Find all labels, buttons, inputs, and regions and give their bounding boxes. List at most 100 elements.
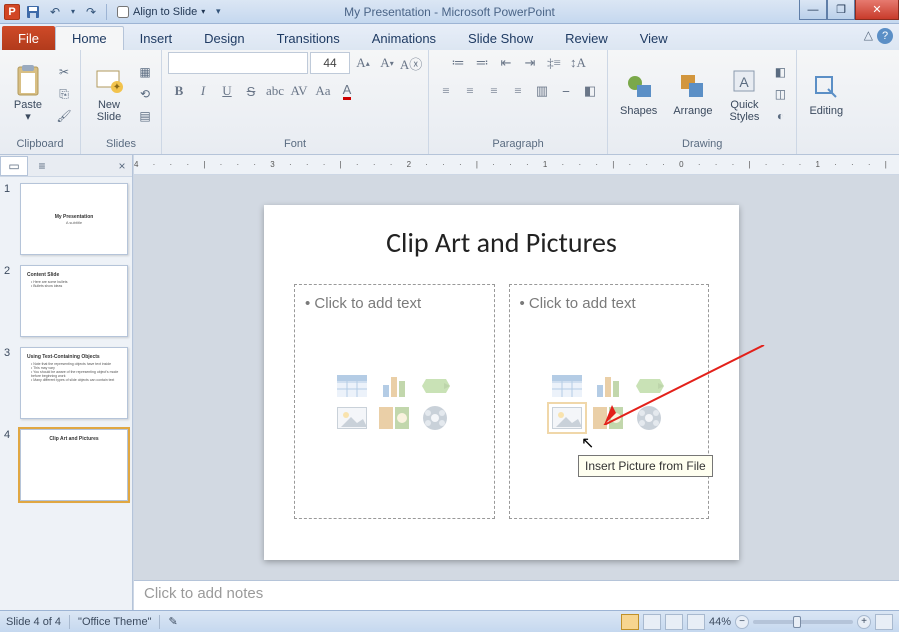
smartart-convert-icon[interactable]: ◧ [579, 80, 601, 102]
justify-icon[interactable]: ≡ [507, 80, 529, 102]
slide-canvas[interactable]: Clip Art and Pictures • Click to add tex… [134, 175, 899, 580]
new-slide-button[interactable]: ✦ New Slide [87, 63, 131, 125]
quick-styles-button[interactable]: A Quick Styles [722, 63, 766, 125]
thumb-row[interactable]: 3 Using Text-Containing Objects • Note t… [4, 347, 128, 419]
increase-indent-icon[interactable]: ⇥ [519, 52, 541, 74]
content-placeholder-right[interactable]: • Click to add text [509, 284, 710, 519]
sorter-view-icon[interactable] [643, 614, 661, 630]
thumb-row[interactable]: 1 My Presentation A subtitle [4, 183, 128, 255]
tab-transitions[interactable]: Transitions [261, 27, 356, 50]
insert-table-icon[interactable] [549, 372, 585, 400]
tab-review[interactable]: Review [549, 27, 624, 50]
minimize-button[interactable]: — [799, 0, 827, 20]
help-icon[interactable]: ? [877, 28, 893, 44]
tab-insert[interactable]: Insert [124, 27, 189, 50]
insert-clipart-icon[interactable] [590, 404, 626, 432]
tab-design[interactable]: Design [188, 27, 260, 50]
align-right-icon[interactable]: ≡ [483, 80, 505, 102]
insert-clipart-icon[interactable] [376, 404, 412, 432]
slide-title[interactable]: Clip Art and Pictures [294, 225, 709, 260]
slide[interactable]: Clip Art and Pictures • Click to add tex… [264, 205, 739, 560]
arrange-button[interactable]: Arrange [667, 69, 718, 119]
reading-view-icon[interactable] [665, 614, 683, 630]
save-icon[interactable] [24, 3, 42, 21]
font-size-combo[interactable] [310, 52, 350, 74]
char-spacing-icon[interactable]: AV [288, 80, 310, 102]
text-direction-icon[interactable]: ↕A [567, 52, 589, 74]
decrease-font-icon[interactable]: A▾ [376, 52, 398, 74]
insert-table-icon[interactable] [334, 372, 370, 400]
change-case-icon[interactable]: Aa [312, 80, 334, 102]
thumb-row[interactable]: 4 Clip Art and Pictures [4, 429, 128, 501]
zoom-out-icon[interactable]: − [735, 615, 749, 629]
shadow-icon[interactable]: abc [264, 80, 286, 102]
content-placeholder-left[interactable]: • Click to add text [294, 284, 495, 519]
line-spacing-icon[interactable]: ‡≡ [543, 52, 565, 74]
insert-chart-icon[interactable] [376, 372, 412, 400]
cut-icon[interactable]: ✂ [54, 62, 74, 82]
insert-media-icon[interactable] [417, 404, 453, 432]
undo-icon[interactable]: ↶ [46, 3, 64, 21]
copy-icon[interactable]: ⎘ [54, 84, 74, 104]
layout-icon[interactable]: ▦ [135, 62, 155, 82]
align-text-icon[interactable]: ⎯ [555, 80, 577, 102]
thumb-row[interactable]: 2 Content Slide • Here are some bullets … [4, 265, 128, 337]
fit-to-window-icon[interactable] [875, 614, 893, 630]
thumb-slide-2[interactable]: Content Slide • Here are some bullets • … [20, 265, 128, 337]
spellcheck-icon[interactable]: ✎ [168, 615, 177, 628]
maximize-button[interactable]: ❐ [827, 0, 855, 20]
insert-chart-icon[interactable] [590, 372, 626, 400]
tab-view[interactable]: View [624, 27, 684, 50]
notes-pane[interactable]: Click to add notes [134, 580, 899, 610]
tab-animations[interactable]: Animations [356, 27, 452, 50]
font-color-icon[interactable]: A [336, 80, 358, 102]
undo-dropdown-icon[interactable]: ▾ [68, 3, 78, 21]
zoom-slider[interactable] [753, 620, 853, 624]
font-family-combo[interactable] [168, 52, 308, 74]
paste-button[interactable]: Paste▾ [6, 63, 50, 125]
insert-picture-icon[interactable] [334, 404, 370, 432]
italic-icon[interactable]: I [192, 80, 214, 102]
zoom-in-icon[interactable]: + [857, 615, 871, 629]
close-panel-icon[interactable]: × [112, 159, 132, 173]
numbering-icon[interactable]: ≕ [471, 52, 493, 74]
section-icon[interactable]: ▤ [135, 106, 155, 126]
align-checkbox-input[interactable] [117, 6, 129, 18]
reset-icon[interactable]: ⟲ [135, 84, 155, 104]
zoom-percent[interactable]: 44% [709, 616, 731, 628]
align-center-icon[interactable]: ≡ [459, 80, 481, 102]
shape-effects-icon[interactable]: ◐ [770, 106, 790, 126]
insert-smartart-icon[interactable] [631, 372, 667, 400]
shape-fill-icon[interactable]: ◧ [770, 62, 790, 82]
columns-icon[interactable]: ▥ [531, 80, 553, 102]
slideshow-view-icon[interactable] [687, 614, 705, 630]
close-button[interactable]: ✕ [855, 0, 899, 20]
editing-button[interactable]: Editing [803, 69, 849, 119]
increase-font-icon[interactable]: A▴ [352, 52, 374, 74]
align-left-icon[interactable]: ≡ [435, 80, 457, 102]
insert-picture-icon[interactable] [549, 404, 585, 432]
redo-icon[interactable]: ↷ [82, 3, 100, 21]
align-to-slide-checkbox[interactable]: Align to Slide ▾ [117, 6, 205, 18]
slides-tab-icon[interactable]: ▭ [0, 156, 28, 176]
file-tab[interactable]: File [2, 26, 55, 50]
format-painter-icon[interactable]: 🖌 [54, 106, 74, 126]
decrease-indent-icon[interactable]: ⇤ [495, 52, 517, 74]
normal-view-icon[interactable] [621, 614, 639, 630]
bold-icon[interactable]: B [168, 80, 190, 102]
thumb-slide-1[interactable]: My Presentation A subtitle [20, 183, 128, 255]
qat-customize-icon[interactable]: ▾ [209, 3, 227, 21]
bullets-icon[interactable]: ≔ [447, 52, 469, 74]
thumb-slide-3[interactable]: Using Text-Containing Objects • Note tha… [20, 347, 128, 419]
tab-slideshow[interactable]: Slide Show [452, 27, 549, 50]
tab-home[interactable]: Home [55, 26, 124, 50]
clear-formatting-icon[interactable]: Aⓧ [400, 52, 422, 74]
minimize-ribbon-icon[interactable]: △ [864, 28, 873, 44]
outline-tab-icon[interactable]: ≡ [28, 156, 56, 176]
thumb-slide-4[interactable]: Clip Art and Pictures [20, 429, 128, 501]
insert-smartart-icon[interactable] [417, 372, 453, 400]
strikethrough-icon[interactable]: S [240, 80, 262, 102]
shape-outline-icon[interactable]: ◫ [770, 84, 790, 104]
shapes-button[interactable]: Shapes [614, 69, 663, 119]
insert-media-icon[interactable] [631, 404, 667, 432]
